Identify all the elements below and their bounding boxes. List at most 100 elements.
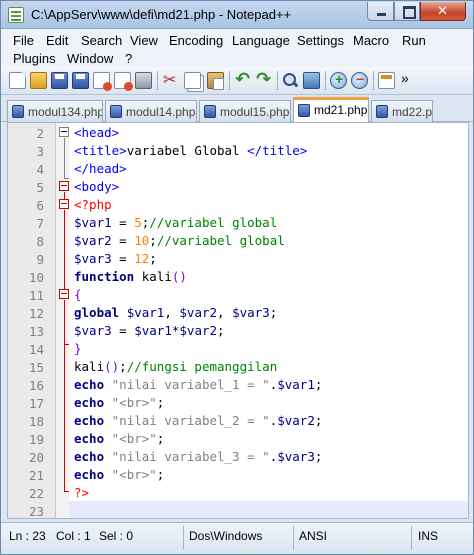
- menu-file[interactable]: File: [13, 33, 34, 48]
- tab-modul14[interactable]: modul14.php: [105, 100, 197, 122]
- menu-settings[interactable]: Settings: [297, 33, 344, 48]
- fold-toggle-icon[interactable]: [59, 199, 69, 209]
- code-token: echo: [74, 449, 105, 464]
- code-line[interactable]: ?>: [74, 484, 89, 502]
- maximize-button[interactable]: [394, 2, 420, 21]
- code-line[interactable]: echo "<br>";: [74, 394, 164, 412]
- menu-macro[interactable]: Macro: [353, 33, 389, 48]
- replace-icon[interactable]: [303, 72, 320, 89]
- redo-icon[interactable]: [255, 69, 272, 90]
- menu-plugins[interactable]: Plugins: [13, 51, 56, 66]
- code-token: <?php: [74, 197, 112, 212]
- code-token: ;: [149, 233, 157, 248]
- undo-icon[interactable]: [234, 69, 251, 90]
- line-number: 20: [28, 450, 44, 465]
- code-token: <title>: [74, 143, 127, 158]
- code-line[interactable]: <body>: [74, 178, 119, 196]
- code-line[interactable]: global $var1, $var2, $var3;: [74, 304, 277, 322]
- line-number: 21: [28, 468, 44, 483]
- paste-icon[interactable]: [207, 72, 224, 90]
- menu-encoding[interactable]: Encoding: [169, 33, 223, 48]
- close-button[interactable]: [420, 2, 466, 21]
- code-line[interactable]: kali();//fungsi pemanggilan: [74, 358, 277, 376]
- menu-search[interactable]: Search: [81, 33, 122, 48]
- code-line[interactable]: echo "<br>";: [74, 430, 164, 448]
- code-editor[interactable]: 2 <head> 3 <title>variabel Global </title> 4…: [7, 122, 469, 519]
- code-token: ,: [164, 305, 180, 320]
- status-encoding[interactable]: ANSI: [299, 529, 327, 543]
- menu-help[interactable]: ?: [125, 51, 132, 66]
- save-all-icon[interactable]: [72, 72, 89, 89]
- close-file-icon[interactable]: [93, 72, 112, 91]
- tab-md21[interactable]: md21.php: [293, 97, 369, 123]
- php-file-icon: [298, 104, 310, 117]
- fold-guide: [64, 300, 65, 344]
- tab-label: modul14.php: [126, 105, 196, 119]
- menu-run[interactable]: Run: [402, 33, 426, 48]
- cut-icon[interactable]: [162, 70, 179, 90]
- menu-edit[interactable]: Edit: [46, 33, 68, 48]
- code-token: {: [74, 287, 82, 302]
- code-line[interactable]: function kali(): [74, 268, 187, 286]
- line-number: 9: [36, 252, 44, 267]
- code-token: $var1: [134, 323, 172, 338]
- line-number: 8: [36, 234, 44, 249]
- code-line[interactable]: <title>variabel Global </title>: [74, 142, 307, 160]
- menu-window[interactable]: Window: [67, 51, 113, 66]
- find-icon[interactable]: [282, 72, 299, 89]
- code-token: "<br>": [111, 431, 157, 446]
- panel-icon[interactable]: [378, 72, 395, 89]
- menu-language[interactable]: Language: [232, 33, 290, 48]
- code-token: ;: [156, 467, 165, 482]
- code-token: (): [171, 269, 187, 284]
- code-line[interactable]: <?php: [74, 196, 112, 214]
- code-line[interactable]: echo "<br>";: [74, 466, 164, 484]
- code-line[interactable]: $var1 = 5;//variabel global: [74, 214, 277, 232]
- status-eol-format[interactable]: Dos\Windows: [189, 529, 262, 543]
- code-line[interactable]: $var3 = $var1*$var2;: [74, 322, 225, 340]
- zoom-in-icon[interactable]: [330, 71, 347, 89]
- print-icon[interactable]: [135, 72, 152, 89]
- title-bar[interactable]: C:\AppServ\www\defi\md21.php - Notepad++: [1, 1, 473, 29]
- open-file-icon[interactable]: [30, 72, 47, 89]
- tab-md22[interactable]: md22.ph: [371, 100, 433, 122]
- close-all-icon[interactable]: [114, 72, 133, 91]
- code-token: $var2: [179, 323, 218, 338]
- menu-view[interactable]: View: [130, 33, 158, 48]
- more-icon[interactable]: [401, 70, 411, 89]
- code-token: ;: [314, 377, 323, 392]
- code-line[interactable]: $var3 = 12;: [74, 250, 157, 268]
- code-line[interactable]: $var2 = 10;//variabel global: [74, 232, 285, 250]
- save-icon[interactable]: [51, 72, 68, 89]
- new-file-icon[interactable]: [9, 72, 26, 89]
- code-token: 12: [134, 251, 150, 266]
- code-line[interactable]: }: [74, 340, 82, 358]
- tab-modul134[interactable]: modul134.php: [7, 100, 103, 122]
- code-token: $var3: [74, 251, 112, 266]
- line-number: 12: [28, 306, 44, 321]
- tab-modul15[interactable]: modul15.php: [199, 100, 291, 122]
- code-line[interactable]: echo "nilai variabel_1 = ".$var1;: [74, 376, 322, 394]
- code-line[interactable]: </head>: [74, 160, 127, 178]
- status-divider: [411, 526, 412, 550]
- menu-bar: File Edit Search View Encoding Language …: [1, 29, 473, 67]
- fold-toggle-icon[interactable]: [59, 127, 69, 137]
- minimize-button[interactable]: [367, 2, 394, 21]
- code-line[interactable]: <head>: [74, 124, 119, 142]
- copy-icon[interactable]: [184, 72, 201, 89]
- notepadpp-app-icon[interactable]: [8, 7, 24, 23]
- code-token: "<br>": [111, 395, 157, 410]
- zoom-out-icon[interactable]: [351, 71, 368, 89]
- fold-toggle-icon[interactable]: [59, 289, 69, 299]
- code-token: $var1: [277, 377, 315, 392]
- code-line[interactable]: {: [74, 286, 82, 304]
- fold-toggle-icon[interactable]: [59, 181, 69, 191]
- status-insert-mode[interactable]: INS: [418, 529, 438, 543]
- code-line[interactable]: echo "nilai variabel_2 = ".$var2;: [74, 412, 322, 430]
- status-column: Col : 1: [56, 529, 91, 543]
- code-line[interactable]: echo "nilai variabel_3 = ".$var3;: [74, 448, 322, 466]
